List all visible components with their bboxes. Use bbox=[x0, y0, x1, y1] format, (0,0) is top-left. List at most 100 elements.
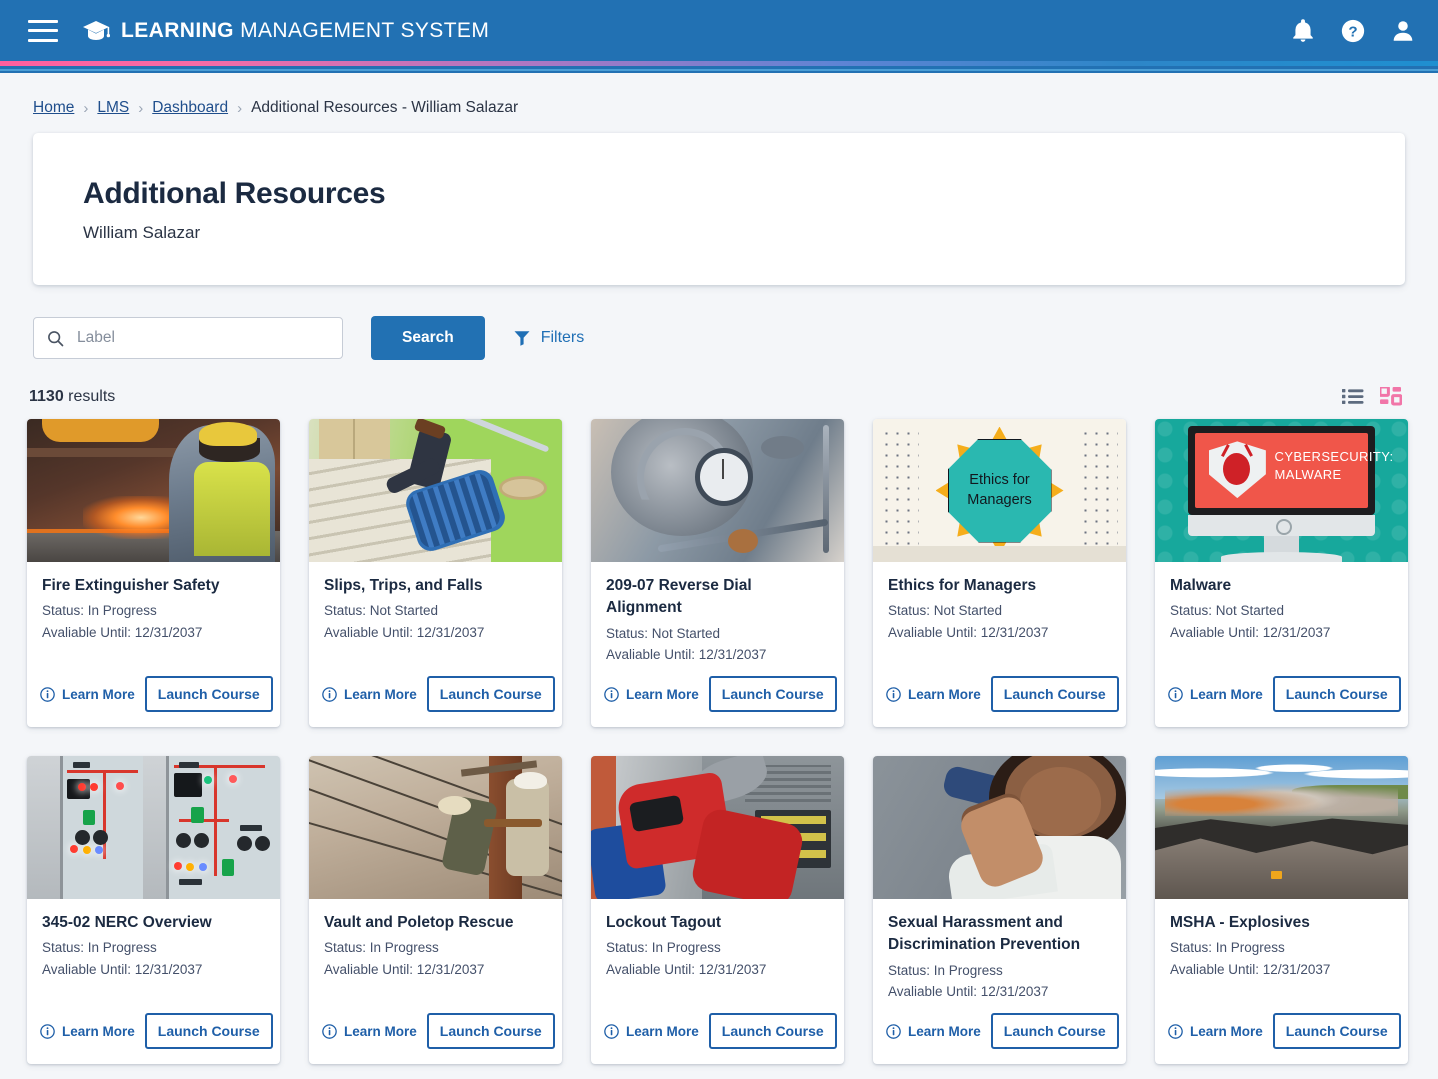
brand-bold-text: LEARNING bbox=[121, 18, 234, 42]
breadcrumb-separator: › bbox=[83, 99, 89, 117]
launch-course-button[interactable]: Launch Course bbox=[708, 1013, 837, 1049]
course-status: Status: In Progress bbox=[1170, 940, 1285, 956]
launch-course-button[interactable]: Launch Course bbox=[990, 676, 1119, 712]
launch-course-button[interactable]: Launch Course bbox=[144, 1013, 273, 1049]
learn-more-label: Learn More bbox=[908, 1023, 981, 1039]
results-count: 1130 results bbox=[29, 388, 115, 406]
course-card-body: Lockout Tagout Status: In Progress Avali… bbox=[591, 899, 844, 1013]
header-actions: ? bbox=[1290, 18, 1416, 44]
course-card[interactable]: Ethics for Managers Ethics for Managers … bbox=[873, 419, 1126, 727]
learn-more-link[interactable]: Learn More bbox=[322, 1024, 417, 1039]
results-count-suffix: results bbox=[63, 387, 116, 405]
course-card-body: MSHA - Explosives Status: In Progress Av… bbox=[1155, 899, 1408, 1013]
learn-more-link[interactable]: Learn More bbox=[1168, 1024, 1263, 1039]
search-input-wrapper[interactable] bbox=[33, 317, 343, 359]
monitor-graphic: CYBERSECURITY: MALWARE bbox=[1187, 426, 1394, 515]
list-view-icon[interactable] bbox=[1342, 388, 1364, 405]
thumb-text-line2: Managers bbox=[967, 491, 1032, 508]
notifications-bell-icon[interactable] bbox=[1290, 18, 1316, 44]
course-available-until: Avaliable Until: 12/31/2037 bbox=[324, 961, 485, 977]
learn-more-link[interactable]: Learn More bbox=[1168, 687, 1263, 702]
info-circle-icon bbox=[1168, 1023, 1183, 1039]
course-card[interactable]: 209-07 Reverse Dial Alignment Status: No… bbox=[591, 419, 844, 727]
launch-course-button[interactable]: Launch Course bbox=[426, 1013, 555, 1049]
filters-button[interactable]: Filters bbox=[513, 329, 584, 347]
brand-logo[interactable]: LEARNING MANAGEMENT SYSTEM bbox=[82, 19, 489, 43]
course-card[interactable]: CYBERSECURITY: MALWARE Malware Status: N… bbox=[1155, 419, 1408, 727]
course-title: MSHA - Explosives bbox=[1170, 914, 1310, 931]
course-thumbnail-ethics-for-managers: Ethics for Managers bbox=[873, 419, 1126, 562]
course-card-actions: Learn More Launch Course bbox=[873, 676, 1126, 727]
launch-course-button[interactable]: Launch Course bbox=[426, 676, 555, 712]
launch-course-button[interactable]: Launch Course bbox=[1272, 676, 1401, 712]
learn-more-label: Learn More bbox=[626, 1023, 699, 1039]
info-circle-icon bbox=[1168, 686, 1183, 702]
thumb-text-line1: CYBERSECURITY: bbox=[1274, 449, 1394, 465]
grid-view-icon[interactable] bbox=[1380, 387, 1402, 406]
breadcrumb-item-dashboard[interactable]: Dashboard bbox=[152, 99, 228, 117]
info-circle-icon bbox=[322, 686, 337, 702]
course-thumbnail-fire-extinguisher bbox=[27, 419, 280, 562]
course-title: Malware bbox=[1170, 577, 1232, 594]
course-thumbnail-sexual-harassment-prevention bbox=[873, 756, 1126, 899]
learn-more-link[interactable]: Learn More bbox=[886, 687, 981, 702]
course-card-actions: Learn More Launch Course bbox=[309, 676, 562, 727]
learn-more-link[interactable]: Learn More bbox=[604, 1024, 699, 1039]
breadcrumb-item-lms[interactable]: LMS bbox=[97, 99, 129, 117]
course-title: 345-02 NERC Overview bbox=[42, 914, 212, 931]
course-card-body: Malware Status: Not Started Avaliable Un… bbox=[1155, 562, 1408, 676]
course-card[interactable]: 345-02 NERC Overview Status: In Progress… bbox=[27, 756, 280, 1064]
course-card-body: Ethics for Managers Status: Not Started … bbox=[873, 562, 1126, 676]
course-card[interactable]: Fire Extinguisher Safety Status: In Prog… bbox=[27, 419, 280, 727]
learn-more-link[interactable]: Learn More bbox=[322, 687, 417, 702]
info-circle-icon bbox=[604, 686, 619, 702]
course-card-body: Fire Extinguisher Safety Status: In Prog… bbox=[27, 562, 280, 676]
view-toggle-group bbox=[1342, 387, 1402, 406]
course-thumbnail-malware: CYBERSECURITY: MALWARE bbox=[1155, 419, 1408, 562]
course-card[interactable]: Sexual Harassment and Discrimination Pre… bbox=[873, 756, 1126, 1064]
course-available-until: Avaliable Until: 12/31/2037 bbox=[606, 961, 767, 977]
launch-course-button[interactable]: Launch Course bbox=[990, 1013, 1119, 1049]
brand-title: LEARNING MANAGEMENT SYSTEM bbox=[121, 19, 489, 43]
course-card[interactable]: Vault and Poletop Rescue Status: In Prog… bbox=[309, 756, 562, 1064]
course-card-actions: Learn More Launch Course bbox=[591, 676, 844, 727]
user-profile-icon[interactable] bbox=[1390, 18, 1416, 44]
learn-more-link[interactable]: Learn More bbox=[40, 1024, 135, 1039]
learn-more-link[interactable]: Learn More bbox=[886, 1024, 981, 1039]
search-input[interactable] bbox=[75, 328, 329, 348]
course-card-body: Vault and Poletop Rescue Status: In Prog… bbox=[309, 899, 562, 1013]
course-available-until: Avaliable Until: 12/31/2037 bbox=[42, 624, 203, 640]
info-circle-icon bbox=[322, 1023, 337, 1039]
launch-course-button[interactable]: Launch Course bbox=[1272, 1013, 1401, 1049]
course-status: Status: In Progress bbox=[888, 962, 1003, 978]
course-title: 209-07 Reverse Dial Alignment bbox=[606, 577, 752, 617]
breadcrumb: Home › LMS › Dashboard › Additional Reso… bbox=[0, 73, 1438, 117]
search-button[interactable]: Search bbox=[371, 316, 485, 360]
course-status: Status: Not Started bbox=[888, 603, 1003, 619]
info-circle-icon bbox=[886, 1023, 901, 1039]
search-icon bbox=[48, 330, 64, 346]
learn-more-label: Learn More bbox=[344, 1023, 417, 1039]
learn-more-link[interactable]: Learn More bbox=[40, 687, 135, 702]
course-card-actions: Learn More Launch Course bbox=[591, 1013, 844, 1064]
learn-more-link[interactable]: Learn More bbox=[604, 687, 699, 702]
course-card[interactable]: Slips, Trips, and Falls Status: Not Star… bbox=[309, 419, 562, 727]
course-card[interactable]: Lockout Tagout Status: In Progress Avali… bbox=[591, 756, 844, 1064]
breadcrumb-separator: › bbox=[138, 99, 144, 117]
launch-course-button[interactable]: Launch Course bbox=[144, 676, 273, 712]
learn-more-label: Learn More bbox=[344, 686, 417, 702]
course-card-actions: Learn More Launch Course bbox=[27, 1013, 280, 1064]
course-card[interactable]: MSHA - Explosives Status: In Progress Av… bbox=[1155, 756, 1408, 1064]
filter-funnel-icon bbox=[514, 331, 530, 346]
dot-pattern-left bbox=[880, 427, 919, 554]
course-title: Lockout Tagout bbox=[606, 914, 722, 931]
course-title: Slips, Trips, and Falls bbox=[324, 577, 483, 594]
hamburger-menu-icon[interactable] bbox=[28, 19, 58, 42]
dot-pattern-right bbox=[1080, 427, 1119, 554]
page-title: Additional Resources bbox=[83, 177, 386, 210]
breadcrumb-item-home[interactable]: Home bbox=[33, 99, 74, 117]
help-question-icon[interactable]: ? bbox=[1340, 18, 1366, 44]
learn-more-label: Learn More bbox=[62, 686, 135, 702]
course-status: Status: Not Started bbox=[1170, 603, 1285, 619]
launch-course-button[interactable]: Launch Course bbox=[708, 676, 837, 712]
